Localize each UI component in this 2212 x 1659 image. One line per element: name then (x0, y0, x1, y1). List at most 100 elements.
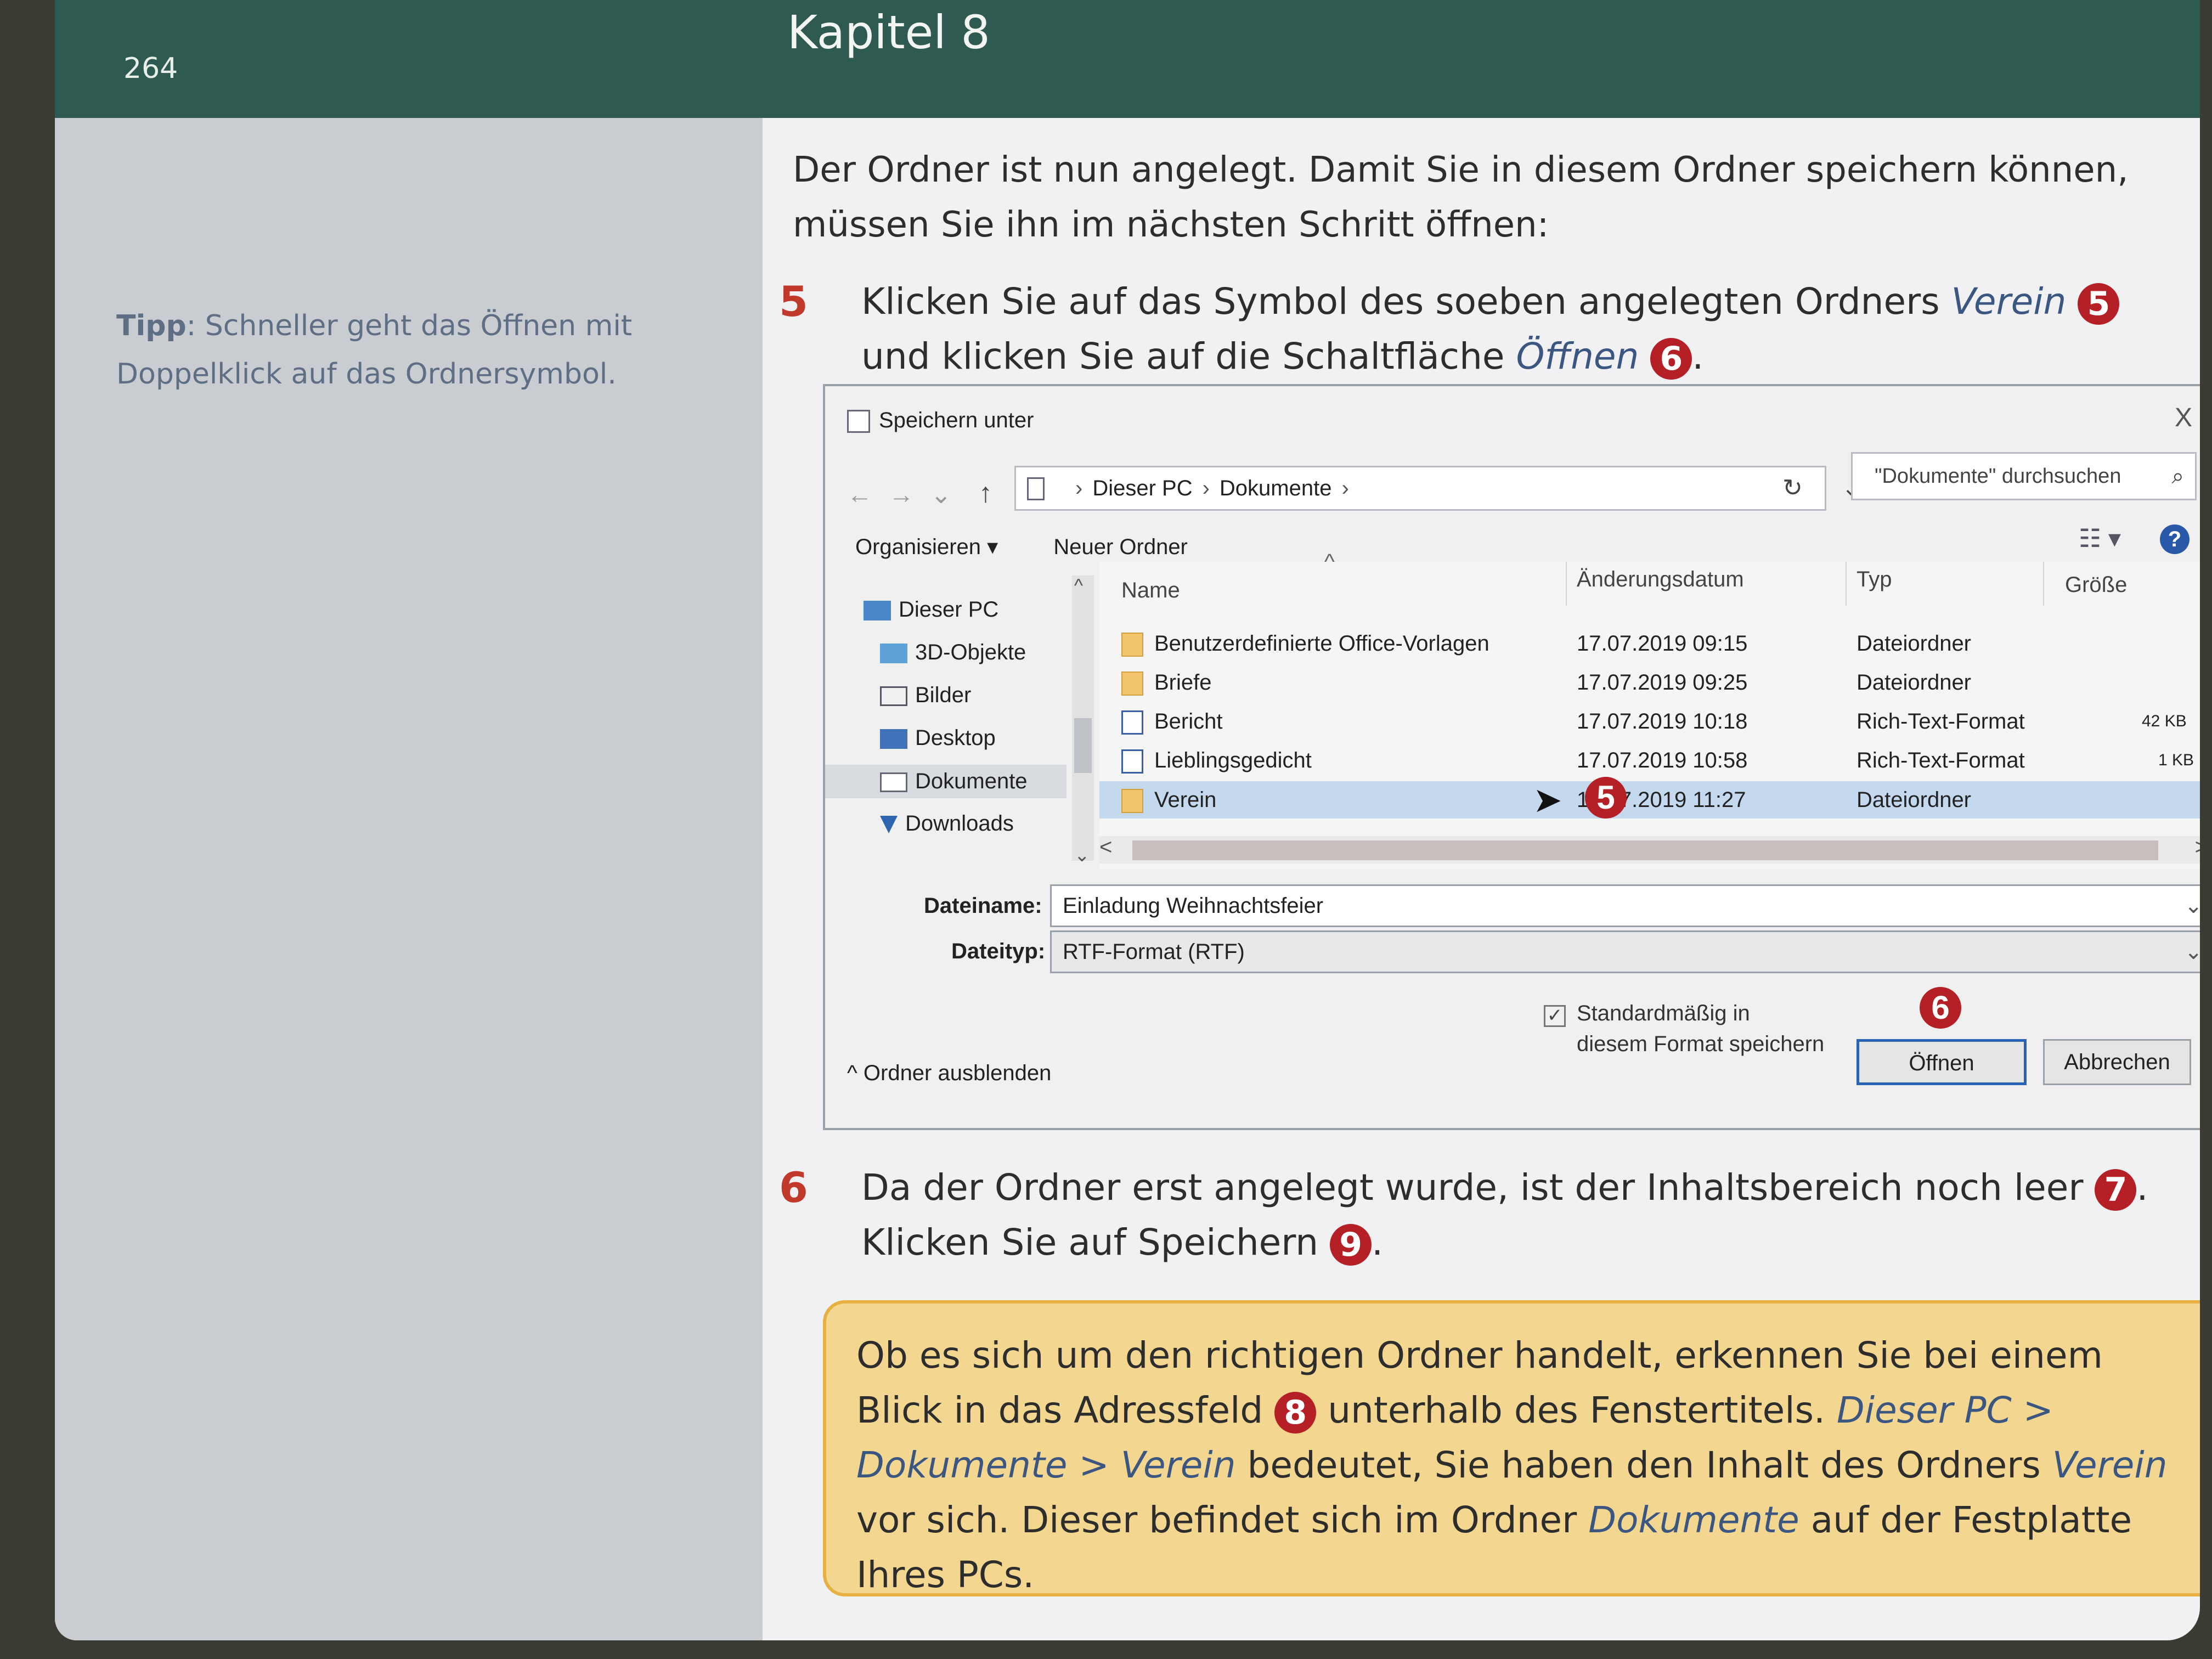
horizontal-scrollbar[interactable]: < > (1099, 835, 2200, 864)
refresh-icon[interactable]: ↻ (1782, 466, 1803, 511)
scroll-down-icon[interactable]: ⌄ (1074, 844, 1090, 866)
file-row[interactable]: Benutzerdefinierte Office-Vorlagen 17.07… (1099, 625, 2200, 662)
step-text-part: . (1372, 1221, 1384, 1263)
forward-arrow-icon[interactable]: → (889, 480, 930, 509)
nav-item-label: Dokumente (915, 769, 1028, 793)
book-page: 264 Kapitel 8 Tipp: Schneller geht das Ö… (55, 0, 2200, 1640)
organize-button[interactable]: Organisieren ▾ (855, 535, 998, 559)
dialog-title: Speichern unter (847, 408, 1034, 433)
callout-badge: 5 (2078, 283, 2120, 325)
breadcrumb-item[interactable]: Dokumente (1220, 476, 1332, 500)
file-type: Rich-Text-Format (1857, 709, 2025, 733)
breadcrumb-separator: › (1341, 476, 1349, 500)
step-text-part: und klicken Sie auf die Schaltfläche (861, 335, 1516, 377)
nav-item-documents[interactable]: Dokumente (825, 765, 1066, 798)
callout-badge: 6 (1650, 337, 1692, 380)
scroll-thumb[interactable] (1074, 718, 1092, 773)
scroll-up-icon[interactable]: ^ (1074, 575, 1083, 597)
scroll-left-icon[interactable]: < (1099, 835, 1112, 860)
info-box: Ob es sich um den richtigen Ordner hande… (823, 1300, 2200, 1596)
filename-label: Dateiname: (924, 894, 1042, 918)
file-name-cell: Lieblingsgedicht (1121, 742, 1312, 779)
search-input[interactable]: "Dokumente" durchsuchen ⌕ (1851, 452, 2197, 500)
address-bar[interactable]: ›Dieser PC›Dokumente› ⌄ (1014, 466, 1860, 511)
column-header-date[interactable]: Änderungsdatum (1577, 567, 1744, 592)
file-size: 1 KB (2158, 751, 2194, 769)
close-icon[interactable]: X (2175, 403, 2192, 433)
column-header-size[interactable]: Größe (2065, 573, 2127, 597)
help-icon[interactable]: ? (2160, 524, 2190, 554)
file-type: Dateiordner (1857, 788, 1972, 812)
nav-item-this-pc[interactable]: Dieser PC (864, 597, 998, 622)
hide-folders-toggle[interactable]: ^ Ordner ausblenden (847, 1061, 1051, 1086)
dialog-title-text: Speichern unter (879, 408, 1034, 432)
file-row[interactable]: Briefe 17.07.2019 09:25 Dateiordner (1099, 664, 2200, 701)
folder-icon (1121, 633, 1143, 657)
filename-input[interactable]: Einladung Weihnachtsfeier ⌄ (1050, 884, 2200, 927)
folder-icon (1121, 672, 1143, 696)
scroll-thumb[interactable] (1132, 840, 2158, 860)
file-row-selected[interactable]: Verein ➤ 17.07.2019 11:27 Dateiordner 5 (1099, 777, 2200, 820)
nav-scrollbar[interactable]: ^ ⌄ (1072, 575, 1094, 866)
step-em: Öffnen (1516, 335, 1639, 377)
open-button[interactable]: Öffnen (1857, 1039, 2027, 1085)
default-format-checkbox[interactable]: ✓ (1544, 1005, 1566, 1027)
breadcrumb-item[interactable]: Dieser PC (1092, 476, 1192, 500)
file-date: 17.07.2019 10:18 (1577, 709, 1748, 733)
column-header-type[interactable]: Typ (1857, 567, 1892, 592)
nav-item-label: Desktop (915, 726, 996, 750)
callout-badge: 7 (2095, 1169, 2137, 1211)
step-text: Da der Ordner erst angelegt wurde, ist d… (861, 1160, 2178, 1270)
view-options-icon[interactable]: ☷ ▾ (2079, 523, 2121, 553)
step-number: 5 (779, 277, 808, 326)
recent-locations-icon[interactable]: ⌄ (930, 480, 968, 509)
pc-icon (864, 601, 891, 621)
info-em: Dokumente (1588, 1499, 1799, 1541)
nav-item-label: Bilder (915, 683, 972, 707)
intro-paragraph: Der Ordner ist nun angelegt. Damit Sie i… (793, 150, 2129, 245)
back-arrow-icon[interactable]: ← (847, 480, 889, 509)
chevron-down-icon[interactable]: ⌄ (2184, 932, 2200, 972)
mouse-pointer-icon: ➤ (1533, 780, 1562, 820)
column-divider[interactable] (2043, 562, 2044, 606)
nav-item-desktop[interactable]: Desktop (880, 726, 996, 751)
cancel-button[interactable]: Abbrechen (2043, 1039, 2191, 1085)
scroll-right-icon[interactable]: > (2195, 835, 2200, 860)
nav-history: ←→⌄ (847, 479, 968, 509)
document-icon (1121, 749, 1143, 774)
nav-item-pictures[interactable]: Bilder (880, 683, 971, 708)
step-em: Verein (1951, 280, 2067, 323)
callout-badge: 5 (1585, 777, 1627, 819)
step-text: Klicken Sie auf das Symbol des soeben an… (861, 274, 2178, 384)
search-placeholder: "Dokumente" durchsuchen (1875, 465, 2121, 488)
file-size: 42 KB (2142, 712, 2187, 730)
column-divider[interactable] (1846, 562, 1847, 606)
up-arrow-icon[interactable]: ↑ (979, 477, 992, 509)
download-icon (880, 816, 898, 834)
new-folder-button[interactable]: Neuer Ordner (1053, 535, 1188, 559)
file-name-cell: Verein (1121, 781, 1216, 819)
file-date: 17.07.2019 09:25 (1577, 670, 1748, 695)
file-name: Bericht (1154, 709, 1223, 733)
nav-item-label: Dieser PC (899, 597, 999, 622)
nav-item-label: 3D-Objekte (915, 640, 1026, 664)
file-date: 17.07.2019 09:15 (1577, 631, 1748, 656)
column-divider[interactable] (1566, 562, 1567, 606)
save-icon (847, 410, 870, 433)
sort-indicator-icon: ^ (1324, 550, 1335, 574)
file-row[interactable]: Lieblingsgedicht 17.07.2019 10:58 Rich-T… (1099, 742, 2200, 779)
chevron-down-icon[interactable]: ⌄ (2184, 886, 2200, 926)
page-header: 264 Kapitel 8 (55, 0, 2200, 118)
document-icon (1027, 477, 1045, 500)
nav-item-downloads[interactable]: Downloads (880, 811, 1014, 836)
column-header-name[interactable]: Name (1121, 578, 1180, 603)
step-text-part: Da der Ordner erst angelegt wurde, ist d… (861, 1166, 2095, 1209)
callout-badge: 8 (1274, 1391, 1317, 1434)
nav-item-3d-objects[interactable]: 3D-Objekte (880, 640, 1026, 665)
margin-tip: Tipp: Schneller geht das Öffnen mit Dopp… (116, 302, 742, 398)
file-name: Verein (1154, 788, 1217, 812)
file-row[interactable]: Bericht 17.07.2019 10:18 Rich-Text-Forma… (1099, 703, 2200, 740)
filetype-select[interactable]: RTF-Format (RTF) ⌄ (1050, 930, 2200, 973)
cube-icon (880, 644, 907, 664)
file-list: ^ Name Änderungsdatum Typ Größe Benutzer… (1099, 550, 2200, 869)
